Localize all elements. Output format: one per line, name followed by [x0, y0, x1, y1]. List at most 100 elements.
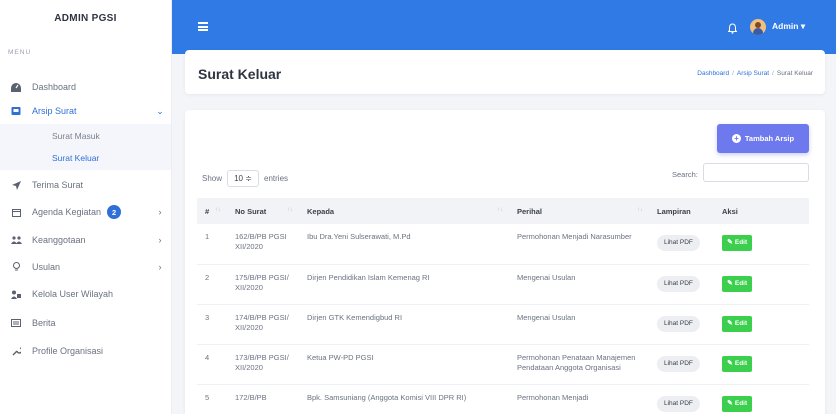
cell-perihal: Permohonan Menjadi Narasumber: [509, 224, 649, 265]
menu-caption: MENU: [8, 49, 32, 56]
lightbulb-icon: [0, 262, 32, 272]
column-header-perihal[interactable]: Perihal ↑↓: [509, 198, 649, 224]
cell-kepada: Ibu Dra.Yeni Sulserawati, M.Pd: [299, 224, 509, 265]
entries-select[interactable]: 10 ≑: [227, 170, 260, 187]
edit-button[interactable]: ✎ Edit: [722, 315, 753, 332]
table-row: 4 173/B/PB PGSI/ XII/2020 Ketua PW-PD PG…: [197, 344, 809, 385]
edit-button[interactable]: ✎ Edit: [722, 395, 753, 412]
sort-icon: ↑↓: [497, 206, 503, 213]
cell-no: 5: [197, 384, 227, 414]
sidebar-item-usulan[interactable]: Usulan ›: [0, 254, 171, 280]
sidebar-item-label: Keanggotaan: [32, 235, 86, 245]
cell-kepada: Bpk. Samsuniang (Anggota Komisi VIII DPR…: [299, 384, 509, 414]
cell-perihal: Mengenai Usulan: [509, 264, 649, 305]
cell-no: 3: [197, 304, 227, 345]
dashboard-icon: [0, 82, 32, 92]
edit-icon: ✎: [727, 279, 733, 287]
sidebar-item-label: Profile Organisasi: [32, 346, 104, 356]
sidebar-item-terima-surat[interactable]: Terima Surat: [0, 172, 171, 198]
table-row: 3 174/B/PB PGSI/ XII/2020 Dirjen GTK Kem…: [197, 304, 809, 345]
view-pdf-button[interactable]: Lihat PDF: [657, 315, 700, 332]
edit-icon: ✎: [727, 359, 733, 367]
chevron-right-icon: ›: [158, 207, 162, 217]
cell-lampiran: Lihat PDF: [649, 304, 714, 345]
entries-label: entries: [264, 174, 289, 183]
topbar: Admin ▾: [172, 0, 836, 54]
sidebar-item-arsip-surat[interactable]: Arsip Surat ⌄: [0, 98, 171, 124]
cell-aksi: ✎ Edit: [714, 344, 809, 385]
column-header-lampiran[interactable]: Lampiran: [649, 198, 714, 224]
page-title: Surat Keluar: [198, 66, 282, 82]
edit-icon: ✎: [727, 399, 733, 407]
sidebar-item-dashboard[interactable]: Dashboard: [0, 74, 171, 100]
search-input[interactable]: [703, 163, 809, 182]
sidebar-item-label: Arsip Surat: [32, 106, 77, 116]
sort-icon: ↑↓: [215, 206, 221, 213]
cell-lampiran: Lihat PDF: [649, 344, 714, 385]
sidebar-item-label: Dashboard: [32, 82, 77, 92]
edit-icon: ✎: [727, 319, 733, 327]
add-archive-label: Tambah Arsip: [744, 134, 795, 143]
sort-icon: ↑↓: [287, 206, 293, 213]
hamburger-menu-icon[interactable]: [198, 22, 208, 31]
view-pdf-button[interactable]: Lihat PDF: [657, 275, 700, 292]
column-header-no-surat[interactable]: No Surat ↑↓: [227, 198, 299, 224]
cell-perihal: Mengenai Usulan: [509, 304, 649, 345]
wrench-icon: [0, 346, 32, 356]
sidebar-item-agenda-kegiatan[interactable]: Agenda Kegiatan 2 ›: [0, 199, 171, 225]
bell-icon[interactable]: [727, 21, 738, 39]
cell-no-surat: 174/B/PB PGSI/ XII/2020: [227, 304, 299, 345]
cell-no-surat: 172/B/PB: [227, 384, 299, 414]
column-header-kepada[interactable]: Kepada ↑↓: [299, 198, 509, 224]
chevron-right-icon: ›: [158, 262, 162, 272]
page-header: Surat Keluar Dashboard / Arsip Surat / Surat…: [185, 50, 825, 94]
cell-kepada: Dirjen GTK Kemendigbud RI: [299, 304, 509, 345]
sidebar-item-profile-organisasi[interactable]: Profile Organisasi: [0, 338, 171, 364]
sidebar-subitem-surat-keluar[interactable]: Surat Keluar: [52, 153, 99, 163]
table-row: 5 172/B/PB Bpk. Samsuniang (Anggota Komi…: [197, 384, 809, 414]
calendar-icon: [0, 208, 32, 217]
sidebar-item-label: Usulan: [32, 262, 61, 272]
chevron-down-icon: ⌄: [156, 105, 164, 116]
show-label: Show: [202, 174, 223, 183]
table-header-row: # ↑↓ No Surat ↑↓ Kepada ↑↓ Perihal ↑↓ Lampir…: [197, 198, 809, 224]
edit-button[interactable]: ✎ Edit: [722, 235, 753, 251]
search-label: Search:: [672, 170, 698, 179]
view-pdf-button[interactable]: Lihat PDF: [657, 395, 700, 412]
sidebar-item-berita[interactable]: Berita: [0, 310, 171, 336]
caret-down-icon: ▾: [800, 21, 806, 31]
add-archive-button[interactable]: + Tambah Arsip: [717, 124, 809, 153]
edit-button[interactable]: ✎ Edit: [722, 275, 753, 292]
cell-perihal: Permohonan Menjadi: [509, 384, 649, 414]
sidebar-item-label: Berita: [32, 318, 56, 328]
cell-no-surat: 173/B/PB PGSI/ XII/2020: [227, 344, 299, 385]
edit-button[interactable]: ✎ Edit: [722, 355, 753, 372]
sidebar: ADMIN PGSI MENU Dashboard Arsip Surat ⌄ …: [0, 0, 172, 414]
avatar[interactable]: [750, 19, 766, 35]
breadcrumb-arsip-surat[interactable]: Arsip Surat: [737, 70, 769, 77]
sidebar-item-kelola-user-wilayah[interactable]: Kelola User Wilayah: [0, 281, 171, 307]
cell-kepada: Dirjen Pendidikan Islam Kemenag RI: [299, 264, 509, 305]
brand-title: ADMIN PGSI: [54, 12, 117, 24]
cell-kepada: Ketua PW-PD PGSI: [299, 344, 509, 385]
user-menu[interactable]: Admin ▾: [772, 21, 805, 32]
view-pdf-button[interactable]: Lihat PDF: [657, 355, 700, 372]
sidebar-subitem-surat-masuk[interactable]: Surat Masuk: [52, 131, 100, 141]
chevron-right-icon: ›: [158, 235, 162, 245]
sidebar-item-label: Agenda Kegiatan: [32, 207, 102, 217]
cell-perihal: Permohonan Penataan Manajemen Pendataan …: [509, 344, 649, 385]
cell-lampiran: Lihat PDF: [649, 224, 714, 265]
user-group-icon: [0, 290, 32, 299]
letters-table: # ↑↓ No Surat ↑↓ Kepada ↑↓ Perihal ↑↓ Lampir…: [197, 198, 809, 414]
sidebar-item-keanggotaan[interactable]: Keanggotaan ›: [0, 227, 171, 253]
breadcrumb-dashboard[interactable]: Dashboard: [697, 70, 729, 77]
newspaper-icon: [0, 319, 32, 327]
view-pdf-button[interactable]: Lihat PDF: [657, 235, 700, 251]
sidebar-item-label: Terima Surat: [32, 180, 84, 190]
column-header-no[interactable]: # ↑↓: [197, 198, 227, 224]
content-card: + Tambah Arsip Show 10 ≑ entries Search:…: [185, 110, 825, 414]
cell-no: 4: [197, 344, 227, 385]
cell-no: 2: [197, 264, 227, 305]
cell-aksi: ✎ Edit: [714, 304, 809, 345]
entries-control: Show 10 ≑ entries: [202, 170, 288, 187]
